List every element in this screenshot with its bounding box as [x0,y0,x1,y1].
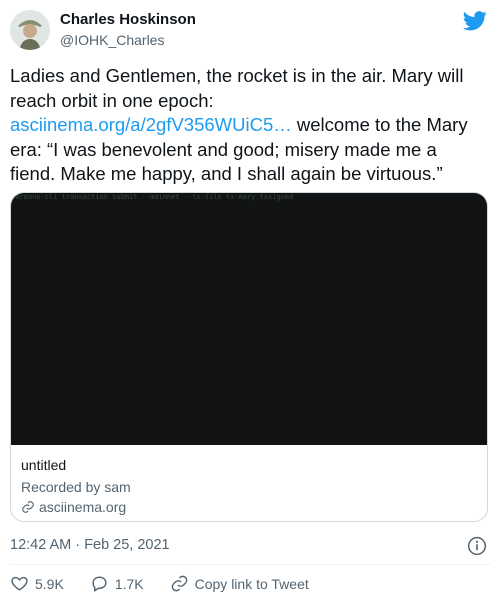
copy-link-label: Copy link to Tweet [194,575,309,592]
link-card[interactable]: cardano-cli transaction submit --mainnet… [10,192,488,522]
tweet-text-before-link: Ladies and Gentlemen, the rocket is in t… [10,65,464,111]
info-icon[interactable] [467,536,487,556]
link-icon [22,501,34,513]
reply-count: 1.7K [114,575,144,592]
tweet-link[interactable]: asciinema.org/a/2gfV356WUiC5… [10,114,292,135]
tweet-text: Ladies and Gentlemen, the rocket is in t… [10,64,485,187]
link-icon [171,575,187,592]
tweet-actions: 5.9K 1.7K Copy link to Tweet [10,574,335,593]
card-title: untitled [21,457,67,473]
card-media-terminal[interactable]: cardano-cli transaction submit --mainnet… [11,193,487,445]
tweet-embed: Charles Hoskinson @IOHK_Charles Ladies a… [0,0,501,602]
avatar-image [10,10,50,50]
terminal-snippet: cardano-cli transaction submit --mainnet… [11,193,294,201]
heart-icon [11,576,28,591]
author-handle[interactable]: @IOHK_Charles [60,32,164,48]
tweet-timestamp[interactable]: 12:42 AM · Feb 25, 2021 [10,537,170,553]
like-count: 5.9K [35,575,64,592]
copy-link-button[interactable]: Copy link to Tweet [170,574,309,593]
card-subtitle: Recorded by sam [21,479,131,495]
card-domain-text: asciinema.org [39,499,127,515]
avatar[interactable] [10,10,50,50]
twitter-bird-icon[interactable] [463,10,487,32]
like-button[interactable]: 5.9K [10,574,64,593]
reply-icon [92,576,107,592]
author-name[interactable]: Charles Hoskinson [60,11,196,28]
card-domain: asciinema.org [21,499,126,515]
divider [10,564,491,565]
reply-button[interactable]: 1.7K [90,574,144,593]
